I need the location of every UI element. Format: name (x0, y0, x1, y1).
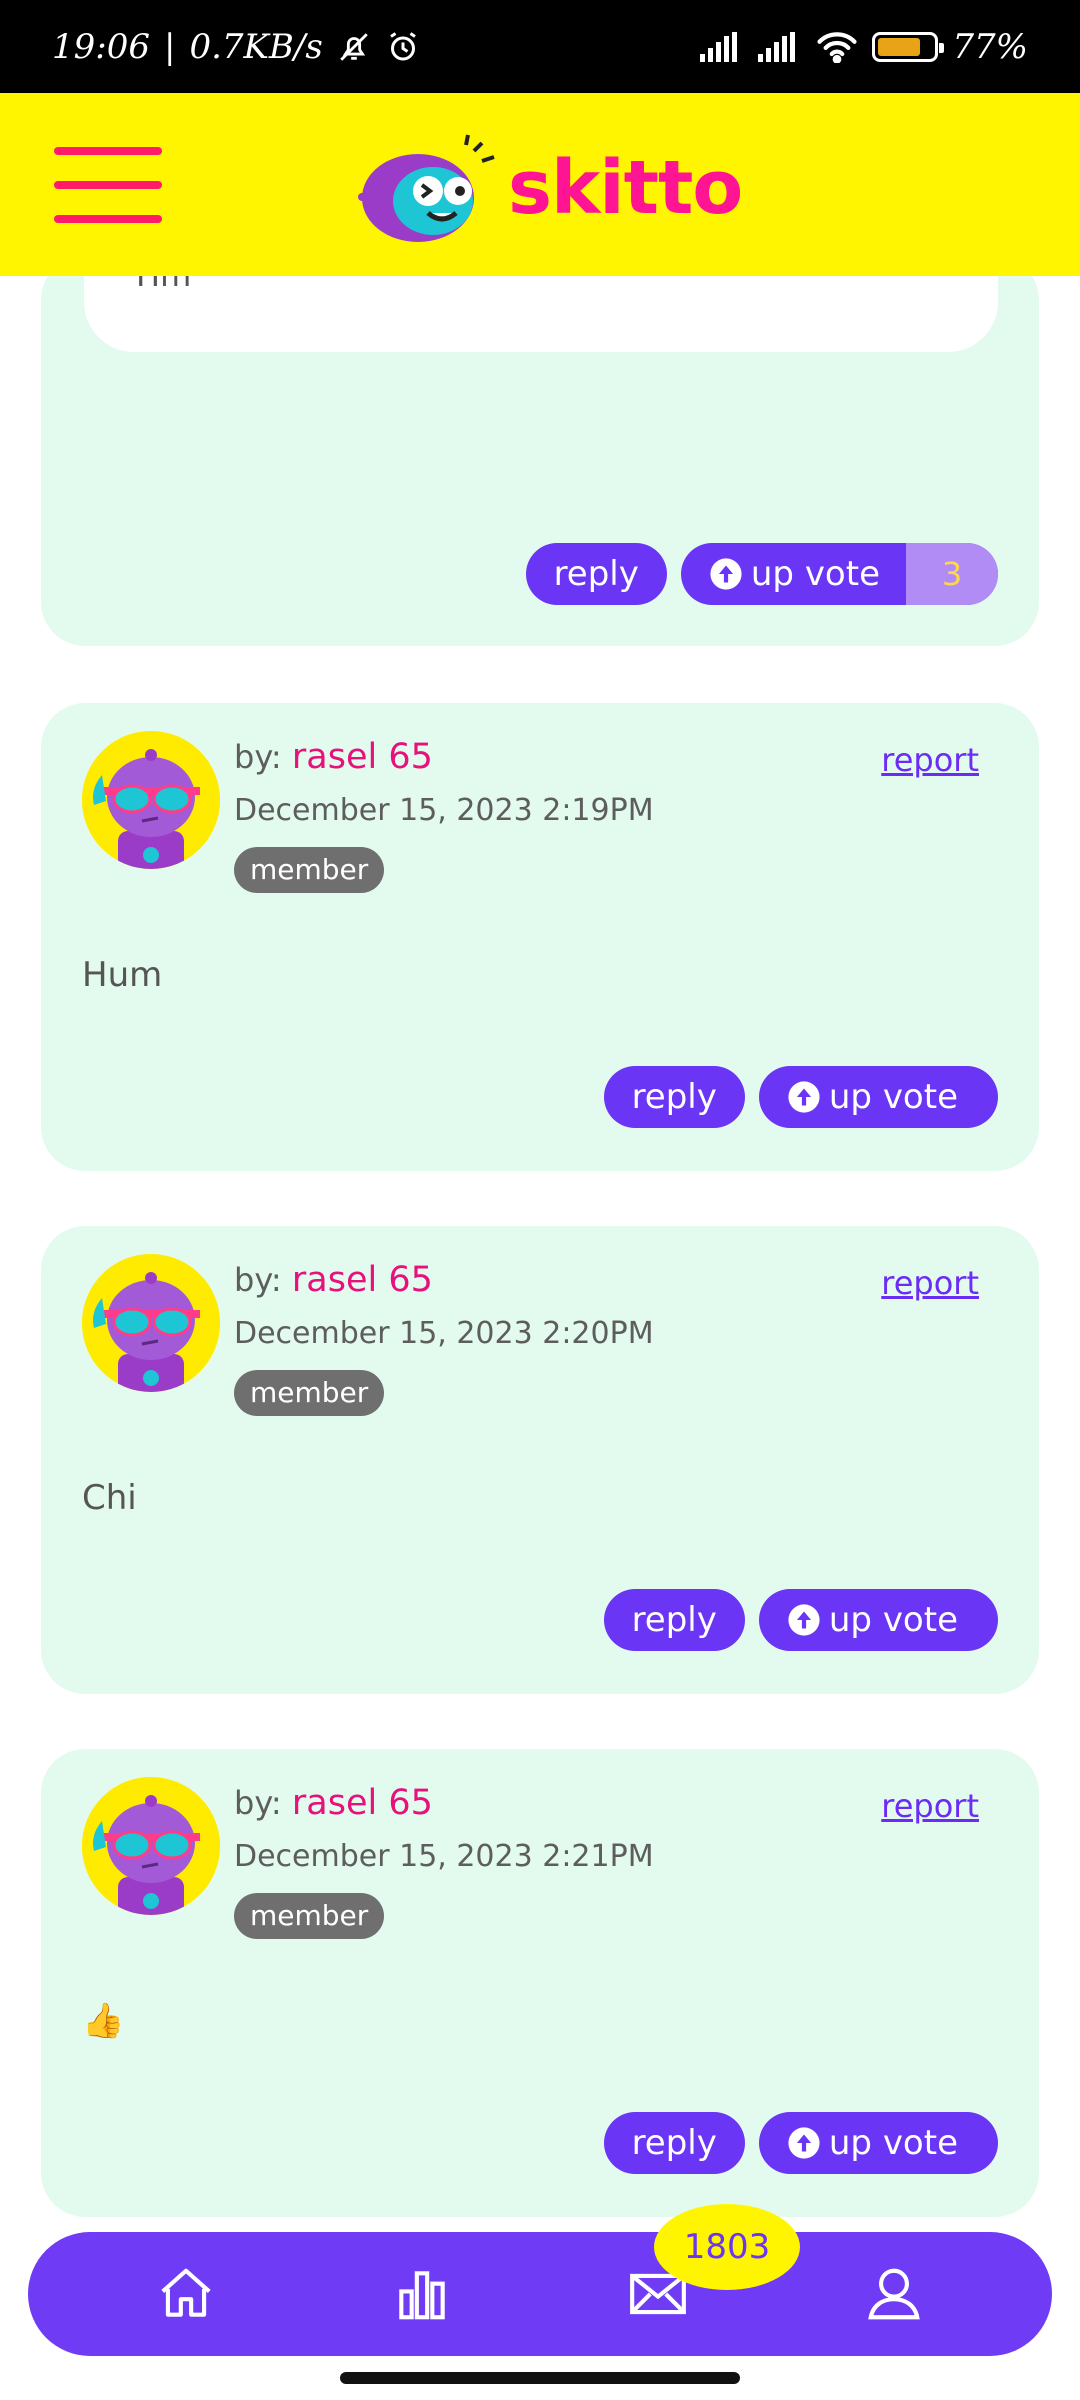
profile-icon (868, 2268, 920, 2320)
robot-avatar-icon (82, 731, 220, 869)
comment-date: December 15, 2023 2:19PM (234, 793, 654, 828)
signal-icon-2 (758, 31, 802, 62)
upvote-count: 3 (906, 543, 998, 605)
comment-date: December 15, 2023 2:21PM (234, 1839, 654, 1874)
nav-stats[interactable] (372, 2244, 472, 2344)
avatar[interactable] (82, 1777, 220, 1915)
arrow-up-circle-icon (788, 1604, 820, 1636)
status-time: 19:06 (52, 26, 150, 67)
upvote-button[interactable]: up vote 3 (680, 543, 998, 605)
by-label: by: (234, 1784, 282, 1822)
author-line: by: rasel 65 (234, 1783, 433, 1823)
bottom-nav (28, 2232, 1052, 2356)
reply-button[interactable]: reply (603, 1066, 745, 1128)
logo-text: skitto (508, 145, 743, 231)
author-line: by: rasel 65 (234, 1260, 433, 1300)
comment-text: 👍 (82, 2001, 125, 2041)
wifi-icon (816, 31, 858, 63)
message-count-badge[interactable]: 1803 (654, 2204, 800, 2290)
report-link[interactable]: report (881, 741, 979, 779)
alarm-icon (385, 29, 421, 65)
quoted-text: Hm (136, 276, 191, 294)
upvote-button[interactable]: up vote (758, 1589, 998, 1651)
username[interactable]: rasel 65 (292, 737, 433, 777)
reply-button[interactable]: reply (525, 543, 667, 605)
bell-off-icon (337, 30, 371, 64)
home-indicator[interactable] (340, 2372, 740, 2384)
reply-button[interactable]: reply (603, 1589, 745, 1651)
comment-card: by: rasel 65 December 15, 2023 2:19PM me… (41, 703, 1039, 1171)
comment-text: Hum (82, 955, 163, 995)
member-badge: member (234, 847, 385, 893)
nav-profile[interactable] (844, 2244, 944, 2344)
battery-icon (872, 31, 945, 62)
status-separator: | (163, 26, 176, 67)
comment-card-top: Hm reply up vote 3 (41, 276, 1039, 646)
upvote-button[interactable]: up vote (758, 2112, 998, 2174)
skitto-logo[interactable]: skitto (358, 133, 743, 243)
comment-text: Chi (82, 1478, 137, 1518)
comment-date: December 15, 2023 2:20PM (234, 1316, 654, 1351)
arrow-up-circle-icon (788, 2127, 820, 2159)
username[interactable]: rasel 65 (292, 1783, 433, 1823)
member-badge: member (234, 1370, 385, 1416)
app-header: skitto (0, 93, 1080, 276)
comment-actions: reply up vote (603, 1589, 998, 1651)
arrow-up-circle-icon (710, 558, 742, 590)
comment-actions: reply up vote 3 (525, 543, 998, 605)
member-badge: member (234, 1893, 385, 1939)
comments-feed[interactable]: Hm reply up vote 3 (0, 276, 1080, 2400)
report-link[interactable]: report (881, 1264, 979, 1302)
reply-button[interactable]: reply (603, 2112, 745, 2174)
comment-card: by: rasel 65 December 15, 2023 2:20PM me… (41, 1226, 1039, 1694)
stats-icon (399, 2271, 445, 2320)
report-link[interactable]: report (881, 1787, 979, 1825)
avatar[interactable] (82, 731, 220, 869)
arrow-up-circle-icon (788, 1081, 820, 1113)
by-label: by: (234, 738, 282, 776)
network-speed: 0.7KB/s (189, 26, 323, 67)
home-icon (161, 2268, 211, 2317)
robot-avatar-icon (82, 1777, 220, 1915)
quoted-reply: Hm (84, 276, 998, 352)
username[interactable]: rasel 65 (292, 1260, 433, 1300)
comment-actions: reply up vote (603, 1066, 998, 1128)
author-line: by: rasel 65 (234, 737, 433, 777)
avatar[interactable] (82, 1254, 220, 1392)
comment-actions: reply up vote (603, 2112, 998, 2174)
robot-avatar-icon (82, 1254, 220, 1392)
nav-home[interactable] (136, 2244, 236, 2344)
signal-icon (700, 31, 744, 62)
comment-card: by: rasel 65 December 15, 2023 2:21PM me… (41, 1749, 1039, 2217)
battery-percent: 77% (952, 26, 1028, 67)
upvote-button[interactable]: up vote (758, 1066, 998, 1128)
by-label: by: (234, 1261, 282, 1299)
menu-button[interactable] (54, 147, 162, 223)
status-bar: 19:06 | 0.7KB/s 77% (0, 0, 1080, 93)
mascot-icon (358, 134, 495, 242)
